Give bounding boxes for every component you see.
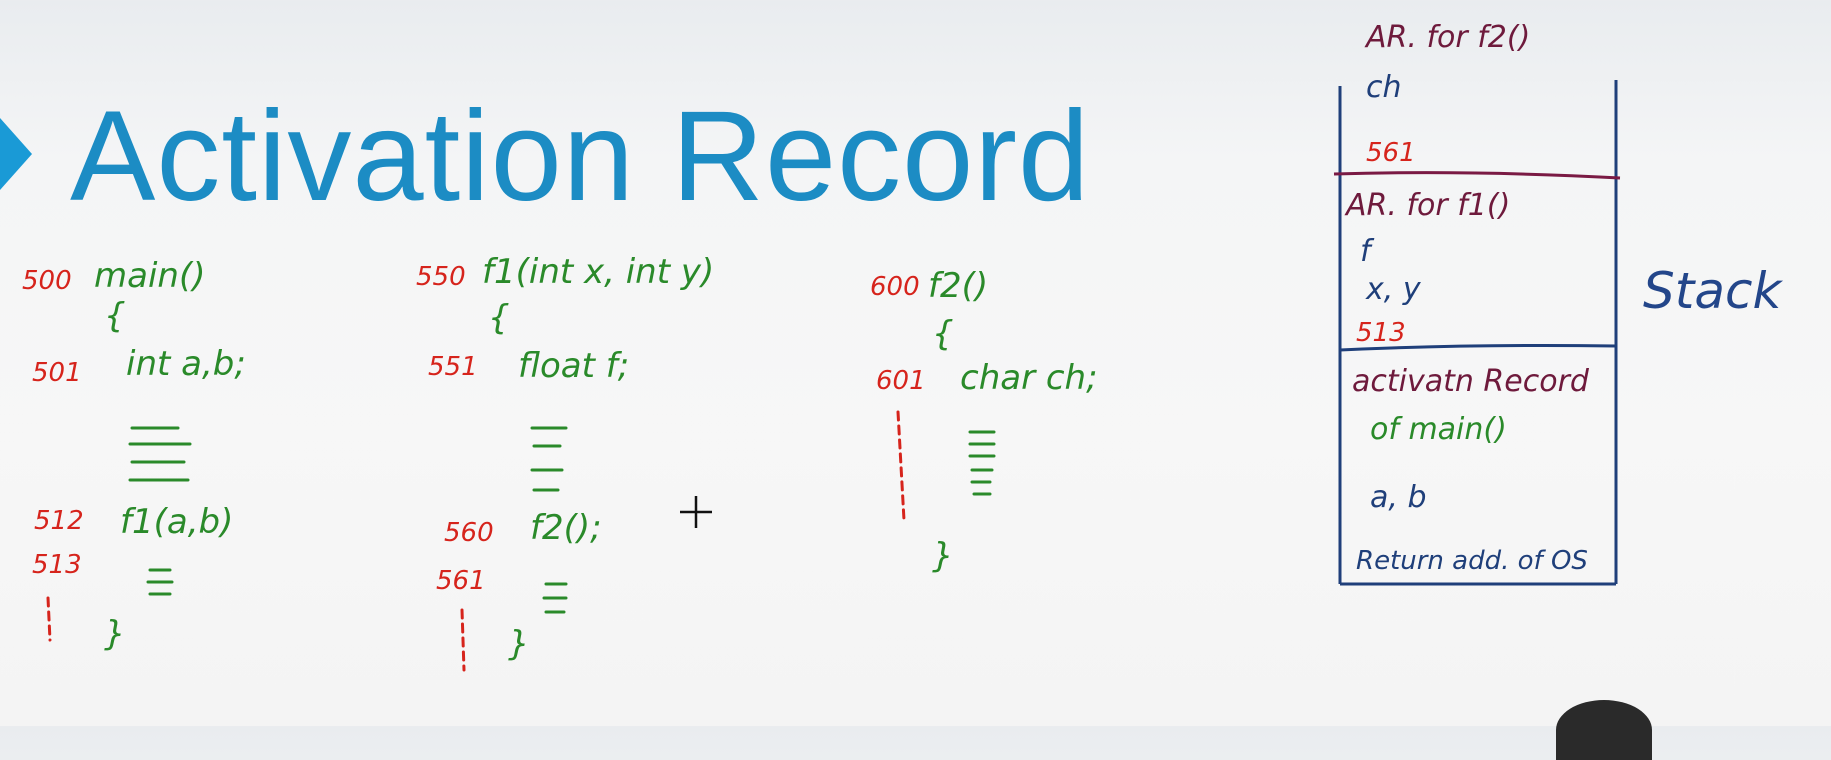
presenter-avatar — [1556, 700, 1652, 760]
f1-record-params: x, y — [1366, 272, 1421, 307]
f1-record-var: f — [1360, 234, 1371, 269]
stack-diagram — [1333, 80, 1621, 586]
main-record-title-line2: of main() — [1370, 412, 1507, 447]
main-record-vars: a, b — [1370, 480, 1427, 515]
main-record-title: activatn Record — [1352, 364, 1589, 399]
stack-divider-f2-f1 — [1333, 171, 1621, 180]
f2-record-return: 561 — [1366, 138, 1416, 168]
f1-record-title: AR. for f1() — [1346, 188, 1511, 223]
f1-record-return: 513 — [1356, 318, 1406, 348]
stack-label: Stack — [1643, 262, 1782, 320]
main-record-return: Return add. of OS — [1356, 546, 1588, 576]
f2-record-var: ch — [1366, 70, 1402, 105]
f2-record-title: AR. for f2() — [1366, 20, 1531, 55]
